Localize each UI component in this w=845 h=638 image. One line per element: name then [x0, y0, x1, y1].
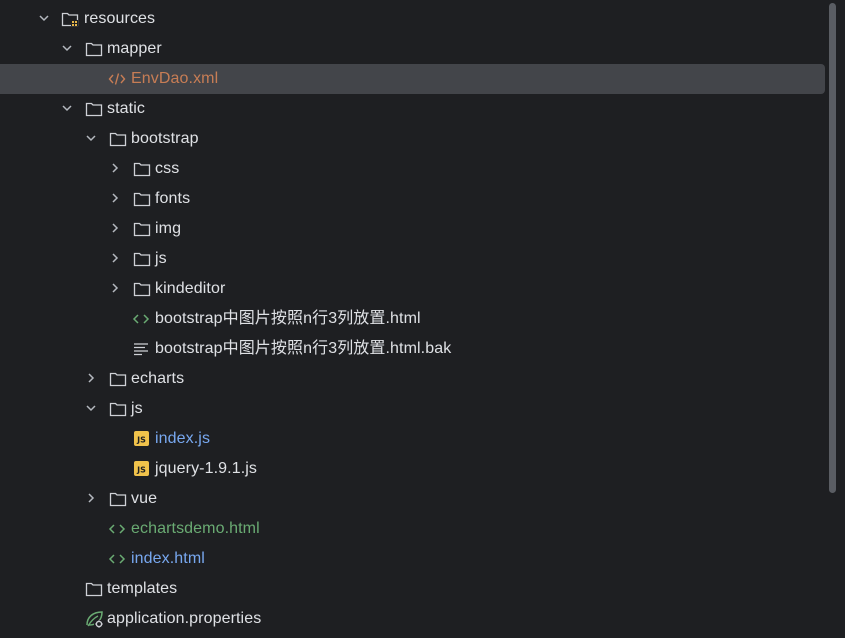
folder-icon	[109, 490, 127, 508]
tree-item-label: templates	[107, 580, 178, 597]
folder-icon	[133, 280, 151, 298]
js-file-icon: JS	[133, 430, 151, 448]
tree-item-bootstrap-html-bak[interactable]: bootstrap中图片按照n行3列放置.html.bak	[0, 334, 825, 364]
tree-item-label: echarts	[131, 370, 185, 387]
chevron-down-icon[interactable]	[86, 403, 96, 413]
folder-icon	[85, 100, 103, 118]
tree-item-label: img	[155, 220, 182, 237]
folder-icon	[109, 130, 127, 148]
tree-item-label: js	[131, 400, 143, 417]
tree-item-application-properties[interactable]: application.properties	[0, 604, 825, 634]
folder-icon	[109, 370, 127, 388]
chevron-right-icon[interactable]	[110, 193, 120, 203]
tree-item-echartsdemo-html[interactable]: echartsdemo.html	[0, 514, 825, 544]
tree-item-label: mapper	[107, 40, 162, 57]
tree-item-index-html[interactable]: index.html	[0, 544, 825, 574]
folder-icon	[109, 400, 127, 418]
folder-icon	[133, 160, 151, 178]
chevron-right-icon[interactable]	[86, 373, 96, 383]
svg-text:JS: JS	[136, 436, 146, 445]
tree-item-vue[interactable]: vue	[0, 484, 825, 514]
tree-item-label: bootstrap中图片按照n行3列放置.html	[155, 310, 421, 327]
tree-item-label: echartsdemo.html	[131, 520, 260, 537]
chevron-right-icon[interactable]	[110, 223, 120, 233]
tree-item-label: jquery-1.9.1.js	[155, 460, 257, 477]
html-file-icon	[132, 310, 150, 328]
vertical-scrollbar[interactable]	[829, 3, 836, 493]
text-file-icon	[132, 340, 150, 358]
folder-icon	[133, 220, 151, 238]
tree-item-resources[interactable]: resources	[0, 4, 825, 34]
tree-item-label: kindeditor	[155, 280, 226, 297]
tree-item-label: bootstrap中图片按照n行3列放置.html.bak	[155, 340, 452, 357]
tree-item-templates[interactable]: templates	[0, 574, 825, 604]
tree-item-label: resources	[84, 10, 156, 27]
js-file-icon: JS	[133, 460, 151, 478]
tree-item-bootstrap[interactable]: bootstrap	[0, 124, 825, 154]
tree-item-label: index.html	[131, 550, 205, 567]
resources-folder-icon	[61, 10, 79, 28]
project-file-tree: resources mapper EnvDao.xml static boots…	[0, 0, 845, 638]
chevron-right-icon[interactable]	[86, 493, 96, 503]
tree-item-static[interactable]: static	[0, 94, 825, 124]
chevron-right-icon[interactable]	[110, 253, 120, 263]
tree-item-kindeditor[interactable]: kindeditor	[0, 274, 825, 304]
tree-item-label: fonts	[155, 190, 191, 207]
tree-item-index-js[interactable]: JS index.js	[0, 424, 825, 454]
folder-icon	[85, 580, 103, 598]
svg-text:JS: JS	[136, 466, 146, 475]
tree-item-img[interactable]: img	[0, 214, 825, 244]
tree-item-css[interactable]: css	[0, 154, 825, 184]
tree-item-label: index.js	[155, 430, 211, 447]
tree-item-label: vue	[131, 490, 158, 507]
tree-item-js-folder[interactable]: js	[0, 394, 825, 424]
folder-icon	[133, 250, 151, 268]
tree-item-mapper[interactable]: mapper	[0, 34, 825, 64]
folder-icon	[85, 40, 103, 58]
spring-properties-icon	[85, 610, 103, 628]
tree-item-js[interactable]: js	[0, 244, 825, 274]
tree-item-label: EnvDao.xml	[131, 70, 219, 87]
chevron-right-icon[interactable]	[110, 283, 120, 293]
chevron-down-icon[interactable]	[62, 103, 72, 113]
tree-item-label: static	[107, 100, 145, 117]
tree-item-label: bootstrap	[131, 130, 199, 147]
tree-item-bootstrap-html[interactable]: bootstrap中图片按照n行3列放置.html	[0, 304, 825, 334]
folder-icon	[133, 190, 151, 208]
chevron-right-icon[interactable]	[110, 163, 120, 173]
xml-file-icon	[108, 70, 126, 88]
tree-item-echarts[interactable]: echarts	[0, 364, 825, 394]
tree-item-jquery-js[interactable]: JS jquery-1.9.1.js	[0, 454, 825, 484]
chevron-down-icon[interactable]	[86, 133, 96, 143]
html-file-icon	[108, 550, 126, 568]
tree-item-label: js	[155, 250, 167, 267]
tree-item-envdao-xml[interactable]: EnvDao.xml	[0, 64, 825, 94]
chevron-down-icon[interactable]	[62, 43, 72, 53]
html-file-icon	[108, 520, 126, 538]
tree-item-label: css	[155, 160, 180, 177]
tree-item-fonts[interactable]: fonts	[0, 184, 825, 214]
tree-item-label: application.properties	[107, 610, 262, 627]
chevron-down-icon[interactable]	[39, 13, 49, 23]
